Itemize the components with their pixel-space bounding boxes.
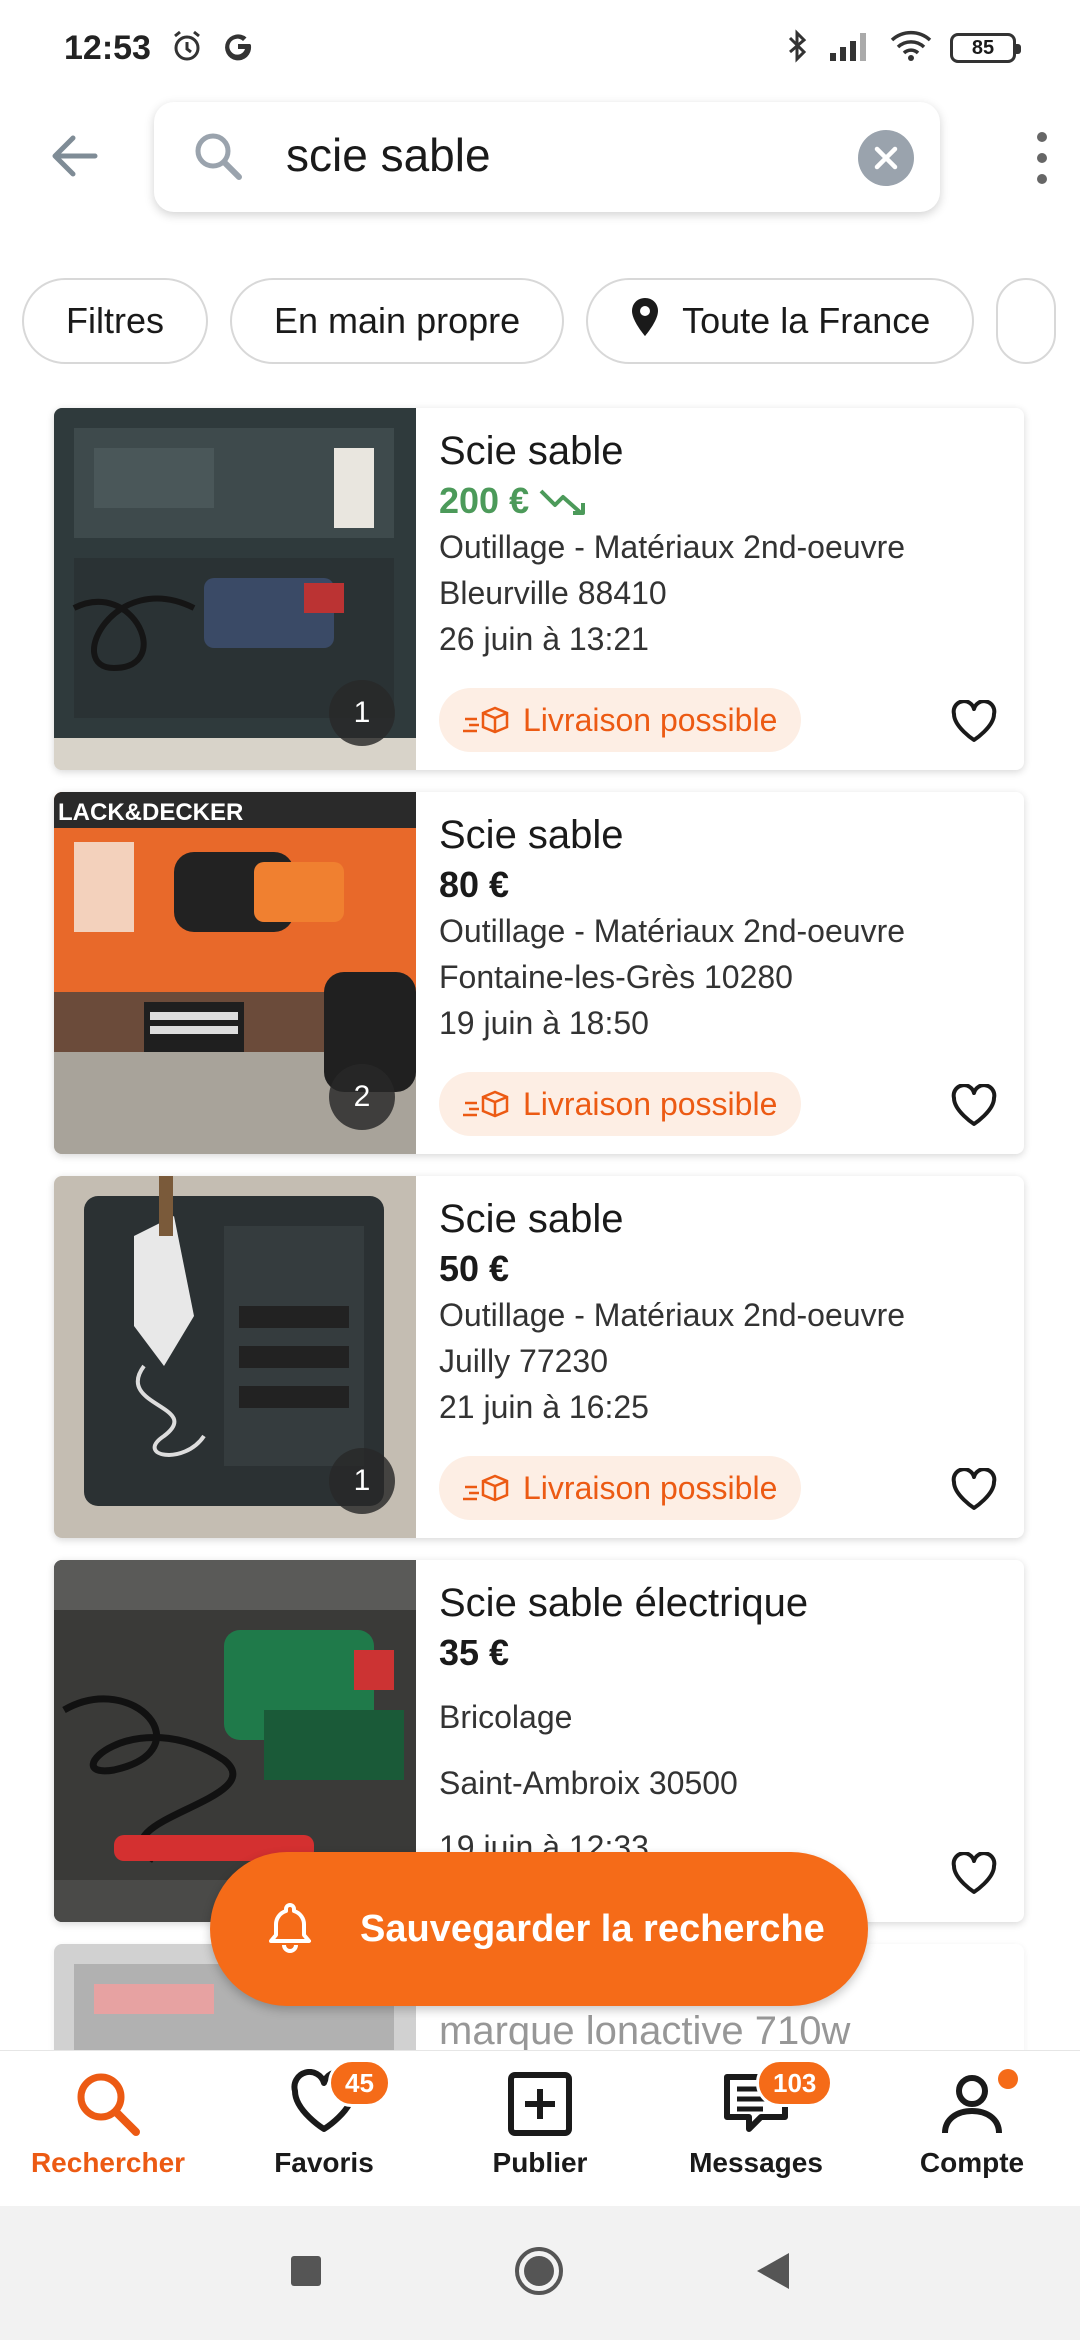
listing-card[interactable]: 1 Scie sable 50 € Outillage - Matériaux …: [54, 1176, 1024, 1538]
google-icon: [221, 29, 255, 68]
clear-icon: [874, 146, 898, 170]
back-arrow-icon: [52, 135, 98, 177]
more-vert-icon[interactable]: [1030, 132, 1054, 184]
save-search-button[interactable]: Sauvegarder la recherche: [210, 1852, 868, 2006]
delivery-badge: Livraison possible: [439, 1072, 802, 1136]
nav-search[interactable]: Rechercher: [0, 2051, 216, 2206]
favorite-button[interactable]: [944, 1846, 1004, 1902]
listing-location: Fontaine-les-Grès 10280: [439, 959, 793, 995]
listing-category: Outillage - Matériaux 2nd-oeuvre: [439, 529, 906, 565]
clear-search-button[interactable]: [858, 130, 914, 186]
listing-category: Outillage - Matériaux 2nd-oeuvre: [439, 913, 906, 949]
listing-price: 200 €: [439, 478, 999, 524]
nav-publish[interactable]: Publier: [432, 2051, 648, 2206]
bluetooth-icon: [786, 28, 810, 69]
svg-text:LACK&DECKER: LACK&DECKER: [58, 799, 243, 826]
listing-price: 50 €: [439, 1248, 510, 1289]
listing-date: 19 juin à 18:50: [439, 1005, 649, 1041]
alarm-icon: [169, 28, 205, 69]
listing-title: Scie sable électrique: [439, 1581, 809, 1625]
nav-favorites[interactable]: 45 Favoris: [216, 2051, 432, 2206]
listing-category: Outillage - Matériaux 2nd-oeuvre: [439, 1297, 906, 1333]
listing-location: Bleurville 88410: [439, 575, 667, 611]
account-icon: [942, 2075, 1002, 2134]
heart-icon: [951, 1084, 997, 1126]
listing-location: Saint-Ambroix 30500: [439, 1765, 738, 1801]
delivery-badge: Livraison possible: [439, 1456, 802, 1520]
heart-icon: [951, 1468, 997, 1510]
search-header: [0, 100, 1080, 212]
back-nav-button[interactable]: [755, 2251, 791, 2296]
listing-card[interactable]: LACK&DECKER 2 Scie sable 80 € Outillage …: [54, 792, 1024, 1154]
listing-title: Scie sable: [439, 813, 624, 857]
messages-badge: 103: [756, 2059, 834, 2107]
nav-messages[interactable]: 103 Messages: [648, 2051, 864, 2206]
home-button[interactable]: [513, 2245, 565, 2302]
search-icon: [77, 2073, 140, 2136]
status-time: 12:53: [64, 28, 151, 67]
heart-icon: [951, 700, 997, 742]
delivery-badge: Livraison possible: [439, 688, 802, 752]
signal-icon: [828, 31, 872, 66]
chip-location[interactable]: Toute la France: [586, 278, 975, 364]
delivery-box-icon: [463, 1474, 509, 1502]
listing-price: 35 €: [439, 1632, 510, 1673]
delivery-box-icon: [463, 706, 509, 734]
price-drop-icon: [539, 489, 586, 515]
battery-icon: 85: [950, 33, 1021, 63]
heart-icon: [951, 1852, 997, 1894]
listing-photo[interactable]: 1: [54, 408, 416, 770]
listing-title: Scie sable: [439, 429, 624, 473]
favorite-button[interactable]: [944, 1078, 1004, 1134]
delivery-box-icon: [463, 1090, 509, 1118]
favorites-badge: 45: [328, 2059, 391, 2107]
bell-icon: [266, 1901, 314, 1958]
listing-photo[interactable]: 1: [54, 1176, 416, 1538]
favorite-button[interactable]: [944, 1462, 1004, 1518]
wifi-icon: [890, 30, 932, 67]
chip-more[interactable]: [996, 278, 1057, 364]
location-pin-icon: [630, 296, 660, 347]
status-bar: 12:53 85: [0, 0, 1080, 96]
chip-filters[interactable]: Filtres: [22, 278, 208, 364]
favorite-button[interactable]: [944, 694, 1004, 750]
listing-title: Scie sable: [439, 1197, 624, 1241]
listing-photo[interactable]: LACK&DECKER 2: [54, 792, 416, 1154]
filter-chips: Filtres En main propre Toute la France: [22, 278, 1080, 366]
chip-hand-delivery[interactable]: En main propre: [230, 278, 565, 364]
photo-count: 1: [329, 1448, 395, 1514]
system-nav-bar: [0, 2206, 1080, 2340]
listing-price: 80 €: [439, 864, 510, 905]
back-button[interactable]: [44, 128, 104, 184]
listing-date: 21 juin à 16:25: [439, 1389, 649, 1425]
listing-location: Juilly 77230: [439, 1343, 608, 1379]
recent-apps-button[interactable]: [289, 2254, 323, 2293]
account-notification-dot: [998, 2069, 1018, 2089]
search-icon: [190, 128, 246, 189]
nav-account[interactable]: Compte: [864, 2051, 1080, 2206]
listing-date: 26 juin à 13:21: [439, 621, 649, 657]
listing-card[interactable]: 1 Scie sable 200 € Outillage - Matériaux…: [54, 408, 1024, 770]
add-square-icon: [508, 2072, 572, 2136]
listing-title: marque lonactive 710w: [439, 2009, 851, 2053]
listing-category: Bricolage: [439, 1699, 573, 1735]
search-input[interactable]: [286, 128, 786, 182]
photo-count: 1: [329, 680, 395, 746]
search-bar[interactable]: [154, 102, 940, 212]
photo-count: 2: [329, 1064, 395, 1130]
bottom-nav: Rechercher 45 Favoris Publier 103 Messag…: [0, 2050, 1080, 2206]
